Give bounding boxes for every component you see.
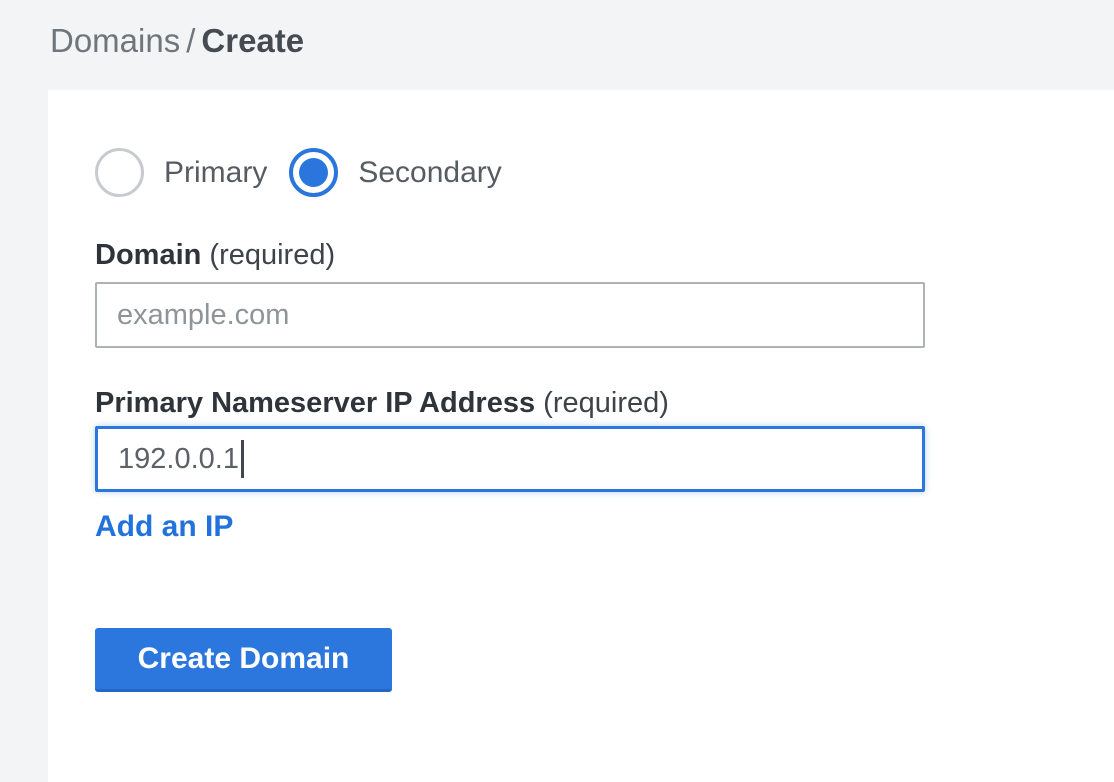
add-an-ip-link[interactable]: Add an IP [95, 510, 233, 544]
breadcrumb: Domains/Create [50, 22, 304, 60]
breadcrumb-separator: / [186, 22, 195, 59]
domains-create-page: Domains/Create Primary Secondary Domain … [0, 0, 1114, 782]
ip-input-value: 192.0.0.1 [118, 443, 239, 476]
domain-label-text: Domain [95, 239, 201, 271]
ip-required-hint: (required) [543, 387, 669, 419]
radio-option-primary[interactable]: Primary [95, 148, 267, 197]
domain-input[interactable] [95, 282, 925, 348]
ip-field-label: Primary Nameserver IP Address (required) [95, 386, 669, 420]
create-domain-button[interactable]: Create Domain [95, 628, 392, 692]
domain-field-label: Domain (required) [95, 238, 335, 272]
breadcrumb-domains[interactable]: Domains [50, 22, 180, 59]
domain-type-radio-group: Primary Secondary [95, 148, 502, 197]
radio-secondary-selected-icon[interactable] [289, 148, 338, 197]
radio-dot [299, 158, 328, 187]
radio-option-secondary[interactable]: Secondary [289, 148, 501, 197]
radio-label-secondary: Secondary [358, 156, 501, 190]
radio-primary-icon[interactable] [95, 148, 144, 197]
breadcrumb-create: Create [201, 22, 304, 59]
text-cursor [241, 440, 244, 478]
ip-label-text: Primary Nameserver IP Address [95, 387, 535, 419]
domain-required-hint: (required) [209, 239, 335, 271]
radio-label-primary: Primary [164, 156, 267, 190]
primary-nameserver-ip-input[interactable]: 192.0.0.1 [95, 426, 925, 492]
create-domain-card: Primary Secondary Domain (required) Prim… [48, 90, 1114, 782]
